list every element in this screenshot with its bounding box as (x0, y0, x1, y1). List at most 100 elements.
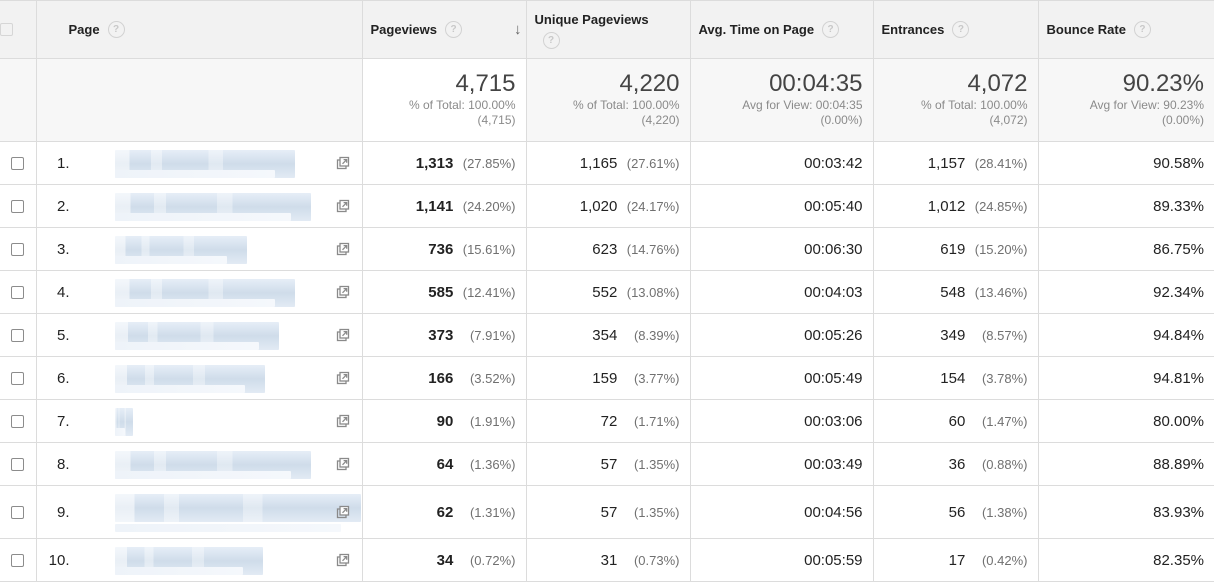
help-icon[interactable]: ? (1133, 20, 1151, 38)
external-link-icon[interactable] (336, 328, 350, 342)
external-link-icon[interactable] (336, 285, 350, 299)
redacted-page-url-shadow (114, 299, 275, 307)
col-unique-pageviews[interactable]: Unique Pageviews ? (526, 0, 691, 59)
table-row: 4. 585 (12.41%) 552 (13.08%) 00:04:03 54… (0, 270, 1214, 314)
external-link-icon[interactable] (336, 371, 350, 385)
row-select-cell[interactable] (0, 538, 37, 582)
entrances-percent: (15.20%) (974, 241, 1028, 257)
row-select-cell[interactable] (0, 313, 37, 357)
row-index: 7. (56, 412, 70, 430)
row-checkbox[interactable] (11, 200, 25, 214)
pageviews-percent: (1.31%) (469, 504, 516, 520)
page-cell: 6. (36, 356, 363, 400)
entrances-value: 1,157 (927, 154, 966, 172)
col-entrances-label: Entrances (881, 21, 945, 37)
entrances-value: 56 (948, 503, 966, 521)
row-checkbox[interactable] (11, 157, 25, 171)
avg-time-value: 00:03:42 (804, 154, 863, 172)
row-select-cell[interactable] (0, 184, 37, 228)
avg-time-cell: 00:05:26 (690, 313, 874, 357)
sort-descending-icon[interactable]: ↓ (514, 21, 522, 38)
bounce-rate-cell: 94.81% (1038, 356, 1214, 400)
row-checkbox[interactable] (11, 329, 25, 343)
unique-pageviews-value: 1,020 (579, 197, 618, 215)
row-select-cell[interactable] (0, 442, 37, 486)
help-icon[interactable]: ? (822, 20, 840, 38)
page-cell: 1. (36, 141, 363, 185)
pageviews-percent: (12.41%) (462, 284, 516, 300)
redacted-page-url-shadow (114, 471, 291, 479)
redacted-page-url[interactable] (114, 494, 361, 522)
col-entrances[interactable]: Entrances? (873, 0, 1039, 59)
table-row: 2. 1,141 (24.20%) 1,020 (24.17%) 00:05:4… (0, 184, 1214, 228)
row-checkbox[interactable] (11, 372, 25, 386)
unique-pageviews-cell: 354 (8.39%) (526, 313, 691, 357)
avg-time-value: 00:05:40 (804, 197, 863, 215)
help-icon[interactable]: ? (445, 20, 462, 38)
row-select-cell[interactable] (0, 356, 37, 400)
unique-pageviews-value: 31 (600, 551, 618, 569)
table-row: 8. 64 (1.36%) 57 (1.35%) 00:03:49 36 (0.… (0, 442, 1214, 486)
row-checkbox[interactable] (11, 286, 25, 300)
total-subtext: (4,072) (989, 113, 1028, 127)
unique-pageviews-value: 57 (600, 503, 618, 521)
row-select-cell[interactable] (0, 399, 37, 443)
bounce-rate-value: 94.84% (1153, 326, 1204, 344)
bounce-rate-cell: 86.75% (1038, 227, 1214, 271)
avg-time-cell: 00:05:59 (690, 538, 874, 582)
unique-pageviews-percent: (13.08%) (626, 284, 680, 300)
bounce-rate-value: 92.34% (1153, 283, 1204, 301)
row-select-cell[interactable] (0, 485, 37, 539)
entrances-cell: 548 (13.46%) (873, 270, 1039, 314)
external-link-icon[interactable] (336, 156, 350, 170)
total-subtext: Avg for View: 90.23% (1089, 98, 1204, 112)
entrances-percent: (28.41%) (974, 155, 1028, 171)
external-link-icon[interactable] (336, 414, 350, 428)
page-cell: 2. (36, 184, 363, 228)
help-icon[interactable]: ? (952, 20, 970, 38)
pageviews-value: 166 (428, 369, 454, 387)
col-pageviews[interactable]: Pageviews? ↓ (362, 0, 527, 59)
row-checkbox[interactable] (11, 506, 25, 520)
unique-pageviews-value: 72 (600, 412, 618, 430)
help-icon[interactable]: ? (542, 32, 560, 49)
pageviews-value: 1,141 (415, 197, 454, 215)
bounce-rate-value: 90.58% (1153, 154, 1204, 172)
row-checkbox[interactable] (11, 554, 25, 568)
unique-pageviews-cell: 31 (0.73%) (526, 538, 691, 582)
row-select-cell[interactable] (0, 227, 37, 271)
row-select-cell[interactable] (0, 270, 37, 314)
external-link-icon[interactable] (336, 553, 350, 567)
unique-pageviews-cell: 57 (1.35%) (526, 485, 691, 539)
entrances-cell: 349 (8.57%) (873, 313, 1039, 357)
row-checkbox[interactable] (11, 415, 25, 429)
table-row: 10. 34 (0.72%) 31 (0.73%) 00:05:59 17 (0… (0, 538, 1214, 582)
pageviews-value: 90 (436, 412, 454, 430)
avg-time-cell: 00:04:03 (690, 270, 874, 314)
external-link-icon[interactable] (336, 199, 350, 213)
page-cell: 3. (36, 227, 363, 271)
external-link-icon[interactable] (336, 457, 350, 471)
unique-pageviews-percent: (14.76%) (626, 241, 680, 257)
totals-blank (0, 58, 37, 142)
redacted-page-url-shadow (114, 342, 259, 350)
pageviews-cell: 166 (3.52%) (362, 356, 527, 400)
help-icon[interactable]: ? (107, 20, 125, 38)
col-avg-time[interactable]: Avg. Time on Page? (690, 0, 874, 59)
totals-pageviews: 4,715 % of Total: 100.00% (4,715) (362, 58, 527, 142)
external-link-icon[interactable] (336, 505, 350, 519)
external-link-icon[interactable] (336, 242, 350, 256)
select-all-cell[interactable] (0, 0, 37, 59)
col-page[interactable]: Page? (36, 0, 363, 59)
select-all-checkbox[interactable] (0, 22, 13, 36)
unique-pageviews-value: 57 (600, 455, 618, 473)
avg-time-value: 00:03:06 (804, 412, 863, 430)
avg-time-cell: 00:03:06 (690, 399, 874, 443)
pageviews-percent: (15.61%) (462, 241, 516, 257)
col-bounce-rate[interactable]: Bounce Rate? (1038, 0, 1214, 59)
row-select-cell[interactable] (0, 141, 37, 185)
unique-pageviews-value: 354 (592, 326, 618, 344)
row-checkbox[interactable] (11, 458, 25, 472)
entrances-percent: (0.88%) (981, 456, 1028, 472)
row-checkbox[interactable] (11, 243, 25, 257)
